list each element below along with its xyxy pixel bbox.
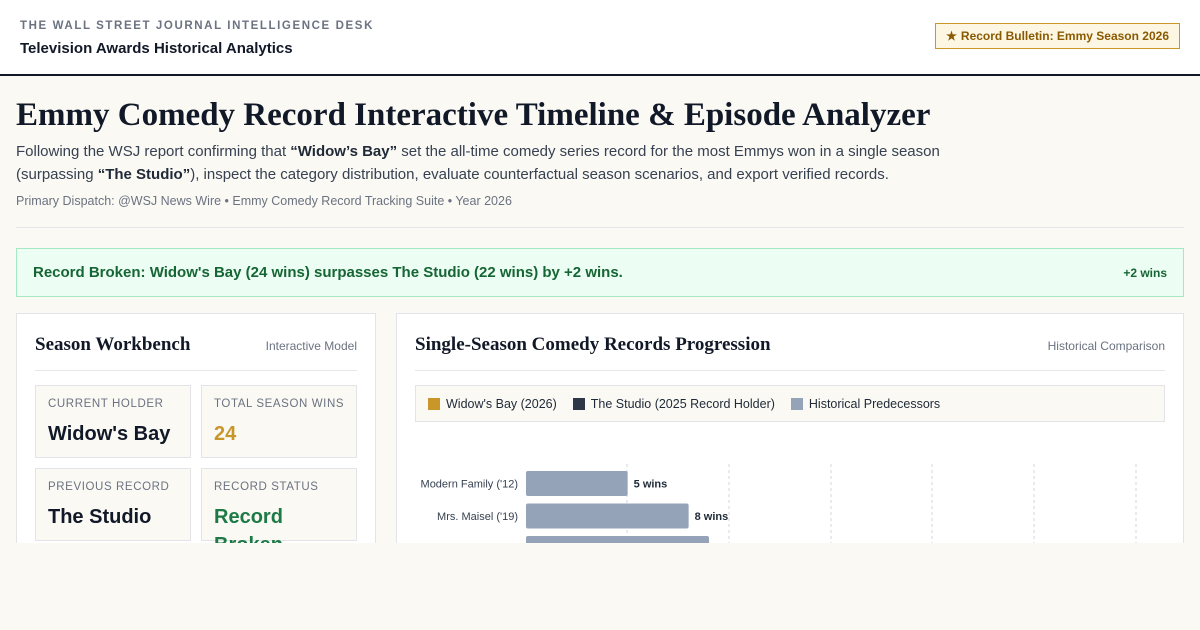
- stat-current-holder: CURRENT HOLDER Widow's Bay: [35, 385, 191, 458]
- records-title: Single-Season Comedy Records Progression: [415, 334, 771, 355]
- record-broken-message: Record Broken: Widow's Bay (24 wins) sur…: [33, 264, 623, 281]
- records-divider: [415, 370, 1165, 371]
- value-label: 5 wins: [634, 479, 668, 491]
- stat-value: The Studio: [48, 506, 152, 528]
- legend-item-the-studio[interactable]: The Studio (2025 Record Holder): [572, 396, 775, 411]
- category-label: Mrs. Maisel ('19): [437, 511, 518, 523]
- lead-show-widows-bay: “Widow’s Bay”: [290, 143, 398, 160]
- legend-item-historical[interactable]: Historical Predecessors: [790, 396, 941, 411]
- primary-dispatch: Primary Dispatch: @WSJ News Wire • Emmy …: [16, 194, 512, 208]
- bar[interactable]: [526, 471, 628, 496]
- legend-swatch: [428, 397, 440, 410]
- legend-swatch: [572, 397, 585, 410]
- legend-label: Widow's Bay (2026): [446, 396, 557, 411]
- legend-label: Historical Predecessors: [808, 396, 941, 411]
- lead-text: ), inspect the category distribution, ev…: [190, 166, 889, 183]
- records-progression-panel: Single-Season Comedy Records Progression…: [396, 313, 1184, 543]
- record-bulletin-label: Record Bulletin: Emmy Season 2026: [960, 29, 1169, 43]
- record-bulletin-badge[interactable]: ★ Record Bulletin: Emmy Season 2026: [935, 23, 1180, 49]
- stat-record-status: RECORD STATUS Record Broken: [201, 468, 357, 543]
- stat-label: RECORD STATUS: [214, 481, 319, 493]
- stat-total-season-wins: TOTAL SEASON WINS 24: [201, 385, 357, 458]
- stat-value: Record Broken: [214, 506, 283, 543]
- chart-legend: Widow's Bay (2026) The Studio (2025 Reco…: [415, 385, 1165, 422]
- page-title: Emmy Comedy Record Interactive Timeline …: [16, 97, 931, 133]
- value-label: 8 wins: [695, 511, 729, 523]
- workbench-divider: [35, 370, 357, 371]
- legend-item-widows-bay[interactable]: Widow's Bay (2026): [428, 397, 557, 411]
- stat-label: CURRENT HOLDER: [48, 398, 164, 410]
- workbench-tag: Interactive Model: [265, 339, 357, 353]
- legend-swatch: [790, 397, 803, 410]
- records-tag: Historical Comparison: [1047, 339, 1165, 353]
- bar[interactable]: [526, 536, 709, 543]
- record-delta: +2 wins: [1123, 265, 1167, 280]
- stat-value: 24: [214, 423, 237, 445]
- lead-paragraph: Following the WSJ report confirming that…: [16, 140, 976, 186]
- legend-label: The Studio (2025 Record Holder): [590, 396, 775, 411]
- category-label: Modern Family ('12): [421, 479, 518, 491]
- stat-previous-record: PREVIOUS RECORD The Studio: [35, 468, 191, 541]
- workbench-title: Season Workbench: [35, 334, 191, 355]
- lead-text: Following the WSJ report confirming that: [16, 143, 291, 160]
- stat-label: TOTAL SEASON WINS: [214, 398, 345, 410]
- desk-kicker: THE WALL STREET JOURNAL INTELLIGENCE DES…: [20, 20, 374, 32]
- star-icon: ★: [946, 29, 957, 43]
- top-bar: THE WALL STREET JOURNAL INTELLIGENCE DES…: [0, 0, 1200, 76]
- lead-show-the-studio: “The Studio”: [97, 166, 191, 183]
- stat-label: PREVIOUS RECORD: [48, 481, 170, 493]
- bar[interactable]: [526, 503, 689, 529]
- records-bar-chart: Modern Family ('12) 5 wins Mrs. Maisel ('1…: [421, 464, 1137, 543]
- stat-value: Widow's Bay: [48, 423, 171, 445]
- record-broken-banner: Record Broken: Widow's Bay (24 wins) sur…: [16, 248, 1184, 297]
- section-divider: [16, 227, 1184, 228]
- desk-subtitle: Television Awards Historical Analytics: [20, 40, 293, 57]
- season-workbench-panel: Season Workbench Interactive Model CURRE…: [16, 313, 376, 543]
